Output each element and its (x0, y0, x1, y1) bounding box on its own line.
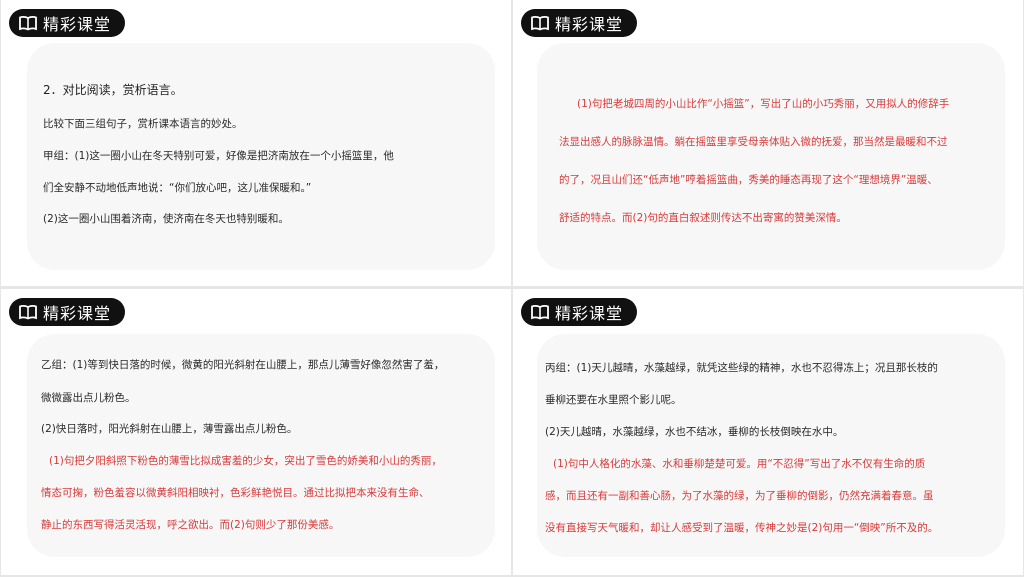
answer-line: 情态可掬，粉色羞容以微黄斜阳相映衬，色彩鲜艳悦目。通过比拟把本来没有生命、 (41, 487, 430, 499)
text-line: 乙组：(1)等到快日落的时候，微黄的阳光斜射在山腰上，那点儿薄雪好像忽然害了羞， (41, 359, 445, 371)
open-book-icon (531, 15, 549, 31)
badge-label: 精彩课堂 (555, 15, 624, 34)
text-line: 微微露出点儿粉色。 (41, 392, 136, 404)
slide-bottom-left: 精彩课堂 乙组：(1)等到快日落的时候，微黄的阳光斜射在山腰上，那点儿薄雪好像忽… (1, 289, 511, 575)
text-line: 们全安静不动地低声地说：“你们放心吧，这儿准保暖和。” (43, 182, 312, 194)
badge-label: 精彩课堂 (43, 304, 112, 323)
answer-line: (1)句中人格化的水藻、水和垂柳楚楚可爱。用“不忍得”写出了水不仅有生命的质 (553, 458, 926, 470)
text-line: (2)天儿越晴，水藻越绿，水也不结冰，垂柳的长枝倒映在水中。 (545, 426, 844, 438)
badge-label: 精彩课堂 (555, 304, 624, 323)
slide-top-left: 精彩课堂 2．对比阅读，赏析语言。 比较下面三组句子，赏析课本语言的妙处。 甲组… (1, 0, 511, 286)
open-book-icon (19, 304, 37, 320)
answer-line: 感，而且还有一副和善心肠，为了水藻的绿，为了垂柳的倒影，仍然充满着春意。虽 (545, 490, 934, 502)
answer-line: 没有直接写天气暖和，却让人感受到了温暖，传神之妙是(2)句用一“倒映”所不及的。 (545, 522, 939, 534)
text-line: 丙组：(1)天儿越晴，水藻越绿，就凭这些绿的精神，水也不忍得冻上；况且那长枝的 (545, 362, 938, 374)
slide-top-right: 精彩课堂 (1)句把老城四周的小山比作“小摇篮”，写出了山的小巧秀丽，又用拟人的… (513, 0, 1023, 286)
text-line: (2)快日落时，阳光斜射在山腰上，薄雪露出点儿粉色。 (41, 423, 298, 435)
open-book-icon (19, 15, 37, 31)
answer-line: 舒适的特点。而(2)句的直白叙述则传达不出寄寓的赞美深情。 (559, 212, 847, 224)
answer-line: 静止的东西写得活灵活现，呼之欲出。而(2)句则少了那份美感。 (41, 519, 340, 531)
open-book-icon (531, 304, 549, 320)
slide-bottom-right: 精彩课堂 丙组：(1)天儿越晴，水藻越绿，就凭这些绿的精神，水也不忍得冻上；况且… (513, 289, 1023, 575)
section-badge: 精彩课堂 (9, 298, 126, 326)
content-card: (1)句把老城四周的小山比作“小摇篮”，写出了山的小巧秀丽，又用拟人的修辞手 法… (537, 43, 1005, 270)
question-title: 2．对比阅读，赏析语言。 (43, 83, 183, 97)
question-intro: 比较下面三组句子，赏析课本语言的妙处。 (43, 118, 243, 130)
text-line: (2)这一圈小山围着济南，使济南在冬天也特别暖和。 (43, 213, 289, 225)
text-line: 甲组：(1)这一圈小山在冬天特别可爱，好像是把济南放在一个小摇篮里，他 (43, 150, 394, 162)
section-badge: 精彩课堂 (521, 9, 638, 37)
answer-line: 的了，况且山们还“低声地”哼着摇篮曲，秀美的睡态再现了这个“理想境界”温暖、 (559, 174, 938, 186)
answer-line: (1)句把老城四周的小山比作“小摇篮”，写出了山的小巧秀丽，又用拟人的修辞手 (577, 98, 950, 110)
content-card: 2．对比阅读，赏析语言。 比较下面三组句子，赏析课本语言的妙处。 甲组：(1)这… (27, 43, 495, 270)
answer-line: 法显出感人的脉脉温情。躺在摇篮里享受母亲体贴入微的抚爱，那当然是最暖和不过 (559, 136, 948, 148)
section-badge: 精彩课堂 (521, 298, 638, 326)
section-badge: 精彩课堂 (9, 9, 126, 37)
text-line: 垂柳还要在水里照个影儿呢。 (545, 394, 682, 406)
answer-line: (1)句把夕阳斜照下粉色的薄雪比拟成害羞的少女，突出了雪色的娇美和小山的秀丽， (49, 455, 442, 467)
content-card: 丙组：(1)天儿越晴，水藻越绿，就凭这些绿的精神，水也不忍得冻上；况且那长枝的 … (537, 334, 1005, 557)
content-card: 乙组：(1)等到快日落的时候，微黄的阳光斜射在山腰上，那点儿薄雪好像忽然害了羞，… (27, 334, 495, 557)
badge-label: 精彩课堂 (43, 15, 112, 34)
